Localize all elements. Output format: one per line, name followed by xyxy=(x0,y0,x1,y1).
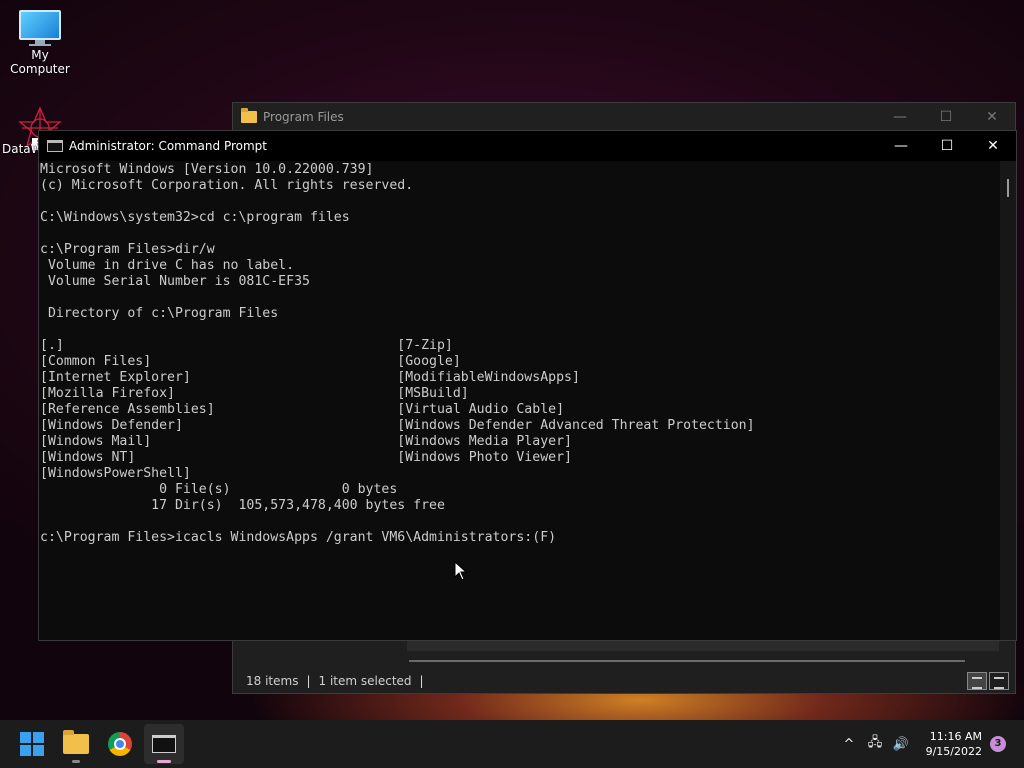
console-output[interactable]: Microsoft Windows [Version 10.0.22000.73… xyxy=(40,161,1002,639)
cmd-icon xyxy=(47,140,63,152)
maximize-button[interactable]: ☐ xyxy=(923,109,969,125)
console-line: [Windows NT] [Windows Photo Viewer] xyxy=(40,450,572,465)
clock-time: 11:16 AM xyxy=(929,730,982,743)
system-tray: ^ 🖧 🔊 11:16 AM 9/15/2022 3 xyxy=(836,729,1024,759)
folder-icon xyxy=(241,108,257,123)
cmd-titlebar[interactable]: Administrator: Command Prompt — ☐ ✕ xyxy=(39,131,1016,161)
horizontal-scrollbar[interactable] xyxy=(409,660,965,662)
clock[interactable]: 11:16 AM 9/15/2022 xyxy=(920,729,982,759)
folder-icon xyxy=(63,730,89,754)
network-icon[interactable]: 🖧 xyxy=(862,733,888,755)
taskbar-command-prompt[interactable] xyxy=(144,724,184,764)
console-line: c:\Program Files>dir/w xyxy=(40,242,215,257)
explorer-statusbar: 18 items | 1 item selected | xyxy=(233,669,1015,693)
item-count: 18 items xyxy=(246,674,299,688)
console-line: c:\Program Files>icacls WindowsApps /gra… xyxy=(40,530,557,545)
show-hidden-icons-chevron-icon[interactable]: ^ xyxy=(836,737,862,752)
taskbar: ^ 🖧 🔊 11:16 AM 9/15/2022 3 xyxy=(0,720,1024,768)
close-button[interactable]: ✕ xyxy=(970,138,1016,154)
console-line: [.] [7-Zip] xyxy=(40,338,453,353)
close-button[interactable]: ✕ xyxy=(969,109,1015,125)
console-line: Volume Serial Number is 081C-EF35 xyxy=(40,274,310,289)
vertical-scrollbar[interactable] xyxy=(1000,161,1016,640)
details-view-icon[interactable] xyxy=(967,672,987,690)
minimize-button[interactable]: — xyxy=(877,109,923,125)
status-separator: | xyxy=(419,674,424,688)
start-button[interactable] xyxy=(12,724,52,764)
console-line: [Windows Defender] [Windows Defender Adv… xyxy=(40,418,755,433)
large-icons-view-icon[interactable] xyxy=(989,672,1009,690)
desktop-icon-my-computer[interactable]: My Computer xyxy=(0,10,80,76)
console-line: [Internet Explorer] [ModifiableWindowsAp… xyxy=(40,370,580,385)
minimize-button[interactable]: — xyxy=(878,138,924,154)
console-line: [Common Files] [Google] xyxy=(40,354,461,369)
console-line: [Windows Mail] [Windows Media Player] xyxy=(40,434,572,449)
mouse-cursor-icon xyxy=(454,561,468,581)
scrollbar-thumb[interactable] xyxy=(1007,179,1009,197)
command-prompt-window[interactable]: Administrator: Command Prompt — ☐ ✕ Micr… xyxy=(38,130,1017,641)
clock-date: 9/15/2022 xyxy=(925,745,982,758)
console-line: Microsoft Windows [Version 10.0.22000.73… xyxy=(40,162,374,177)
desktop-icon-label: My Computer xyxy=(10,48,70,76)
monitor-icon xyxy=(19,10,61,46)
volume-icon[interactable]: 🔊 xyxy=(888,737,914,752)
explorer-title: Program Files xyxy=(263,110,344,124)
chrome-icon xyxy=(108,732,132,756)
console-line: [Mozilla Firefox] [MSBuild] xyxy=(40,386,469,401)
notification-badge[interactable]: 3 xyxy=(990,736,1006,752)
console-line: (c) Microsoft Corporation. All rights re… xyxy=(40,178,414,193)
taskbar-chrome[interactable] xyxy=(100,724,140,764)
maximize-button[interactable]: ☐ xyxy=(924,138,970,154)
console-line: [WindowsPowerShell] xyxy=(40,466,191,481)
console-line: 17 Dir(s) 105,573,478,400 bytes free xyxy=(40,498,445,513)
console-line: 0 File(s) 0 bytes xyxy=(40,482,398,497)
console-line: Directory of c:\Program Files xyxy=(40,306,279,321)
console-line: Volume in drive C has no label. xyxy=(40,258,295,273)
explorer-titlebar[interactable]: Program Files — ☐ ✕ xyxy=(233,103,1015,131)
cmd-title: Administrator: Command Prompt xyxy=(69,139,267,153)
console-line: C:\Windows\system32>cd c:\program files xyxy=(40,210,350,225)
terminal-icon xyxy=(152,735,176,753)
selection-count: 1 item selected xyxy=(318,674,412,688)
taskbar-file-explorer[interactable] xyxy=(56,724,96,764)
windows-logo-icon xyxy=(20,732,44,756)
console-line: [Reference Assemblies] [Virtual Audio Ca… xyxy=(40,402,565,417)
status-separator: | xyxy=(306,674,311,688)
